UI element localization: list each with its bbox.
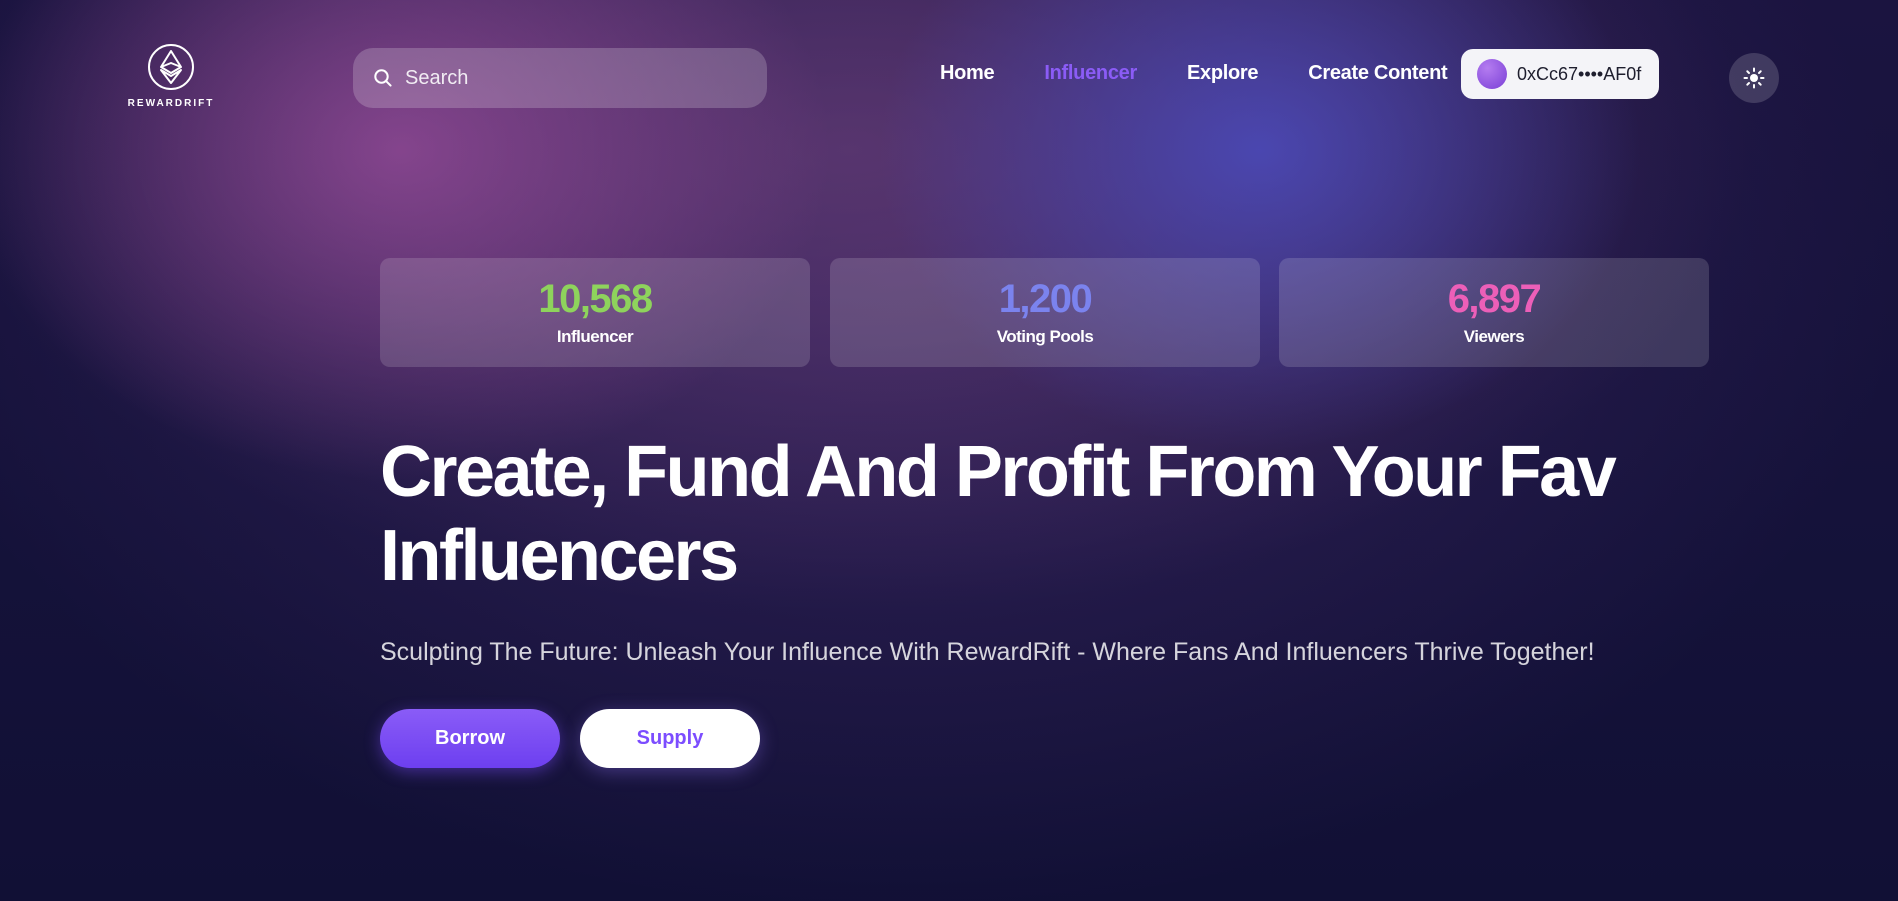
wallet-button[interactable]: 0xCc67••••AF0f [1461, 49, 1659, 99]
stat-value: 1,200 [998, 276, 1093, 321]
brand-logo[interactable]: REWARDRIFT [128, 42, 212, 109]
nav-item-create-content[interactable]: Create Content [1308, 62, 1447, 85]
nav-item-explore[interactable]: Explore [1187, 62, 1259, 85]
stat-card-viewers: 6,897 Viewers [1279, 258, 1709, 367]
stat-card-influencer: 10,568 Influencer [380, 258, 810, 367]
main-nav: Home Influencer Explore Create Content [940, 62, 1448, 85]
stat-label: Influencer [556, 326, 634, 346]
search-bar[interactable] [353, 48, 767, 108]
brand-name: REWARDRIFT [127, 98, 215, 109]
nav-item-influencer[interactable]: Influencer [1044, 62, 1137, 85]
hero-subtitle: Sculpting The Future: Unleash Your Influ… [380, 638, 1595, 666]
theme-toggle-button[interactable] [1729, 53, 1779, 103]
wallet-address: 0xCc67••••AF0f [1517, 63, 1642, 84]
search-input[interactable] [403, 65, 747, 91]
stat-value: 6,897 [1447, 276, 1542, 321]
nav-item-home[interactable]: Home [940, 62, 995, 85]
stat-value: 10,568 [538, 276, 653, 321]
sun-icon [1743, 67, 1765, 89]
borrow-button[interactable]: Borrow [380, 709, 560, 768]
stat-label: Viewers [1463, 326, 1525, 346]
stat-label: Voting Pools [996, 326, 1094, 346]
ethereum-logo-icon [148, 44, 194, 90]
hero-headline: Create, Fund And Profit From Your Fav In… [380, 432, 1617, 596]
stat-card-voting-pools: 1,200 Voting Pools [830, 258, 1260, 367]
wallet-avatar [1477, 59, 1507, 89]
search-icon [373, 68, 393, 88]
supply-button[interactable]: Supply [580, 709, 760, 768]
